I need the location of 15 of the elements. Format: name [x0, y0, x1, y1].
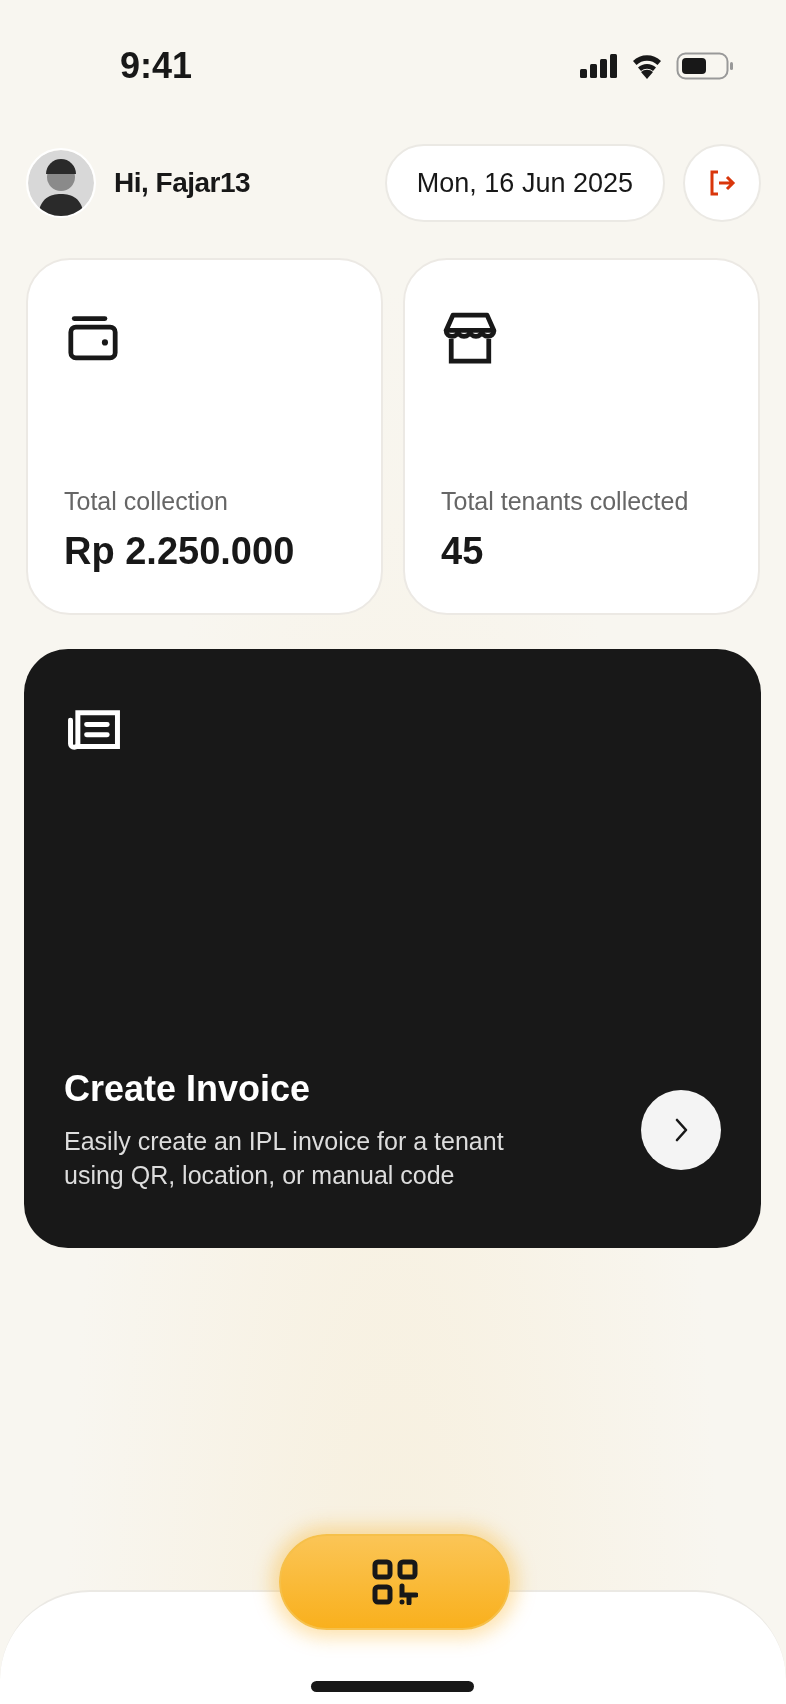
greeting: Hi, Fajar13	[114, 167, 251, 199]
stat-value: Rp 2.250.000	[64, 530, 295, 573]
battery-icon	[676, 52, 734, 80]
invoice-description: Easily create an IPL invoice for a tenant using QR, location, or manual code	[64, 1126, 505, 1191]
stat-value: 45	[441, 530, 484, 573]
qr-code-icon	[371, 1559, 418, 1605]
avatar	[26, 148, 96, 218]
invoice-title: Create Invoice	[64, 1068, 312, 1110]
qr-scan-button[interactable]	[279, 1534, 510, 1630]
date-pill: Mon, 16 Jun 2025	[384, 144, 665, 222]
wifi-icon	[630, 53, 664, 79]
stat-label: Total tenants collected	[441, 487, 689, 516]
signal-icon	[580, 54, 618, 78]
status-time: 9:41	[120, 45, 193, 87]
stat-label: Total collection	[64, 487, 228, 516]
